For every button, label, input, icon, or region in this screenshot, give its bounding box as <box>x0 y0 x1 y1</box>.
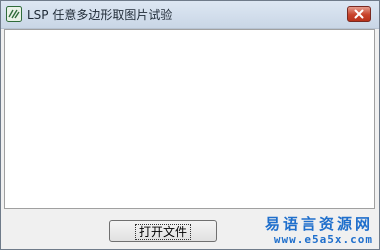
window-title: LSP 任意多边形取图片试验 <box>27 8 173 22</box>
image-display-area[interactable] <box>4 29 375 209</box>
close-button[interactable] <box>347 6 371 22</box>
watermark-url: www.e5a5x.com <box>273 233 373 246</box>
open-file-button-label: 打开文件 <box>134 224 191 240</box>
client-area: 打开文件 易语言资源网 www.e5a5x.com <box>1 29 379 249</box>
close-icon <box>354 9 364 19</box>
title-bar[interactable]: LSP 任意多边形取图片试验 <box>1 1 379 29</box>
app-icon <box>6 6 22 22</box>
open-file-button[interactable]: 打开文件 <box>109 220 217 242</box>
app-window: LSP 任意多边形取图片试验 打开文件 易语言资源网 www.e5a5x.com <box>0 0 380 250</box>
watermark-site-name: 易语言资源网 <box>264 215 373 233</box>
watermark: 易语言资源网 www.e5a5x.com <box>253 213 379 249</box>
